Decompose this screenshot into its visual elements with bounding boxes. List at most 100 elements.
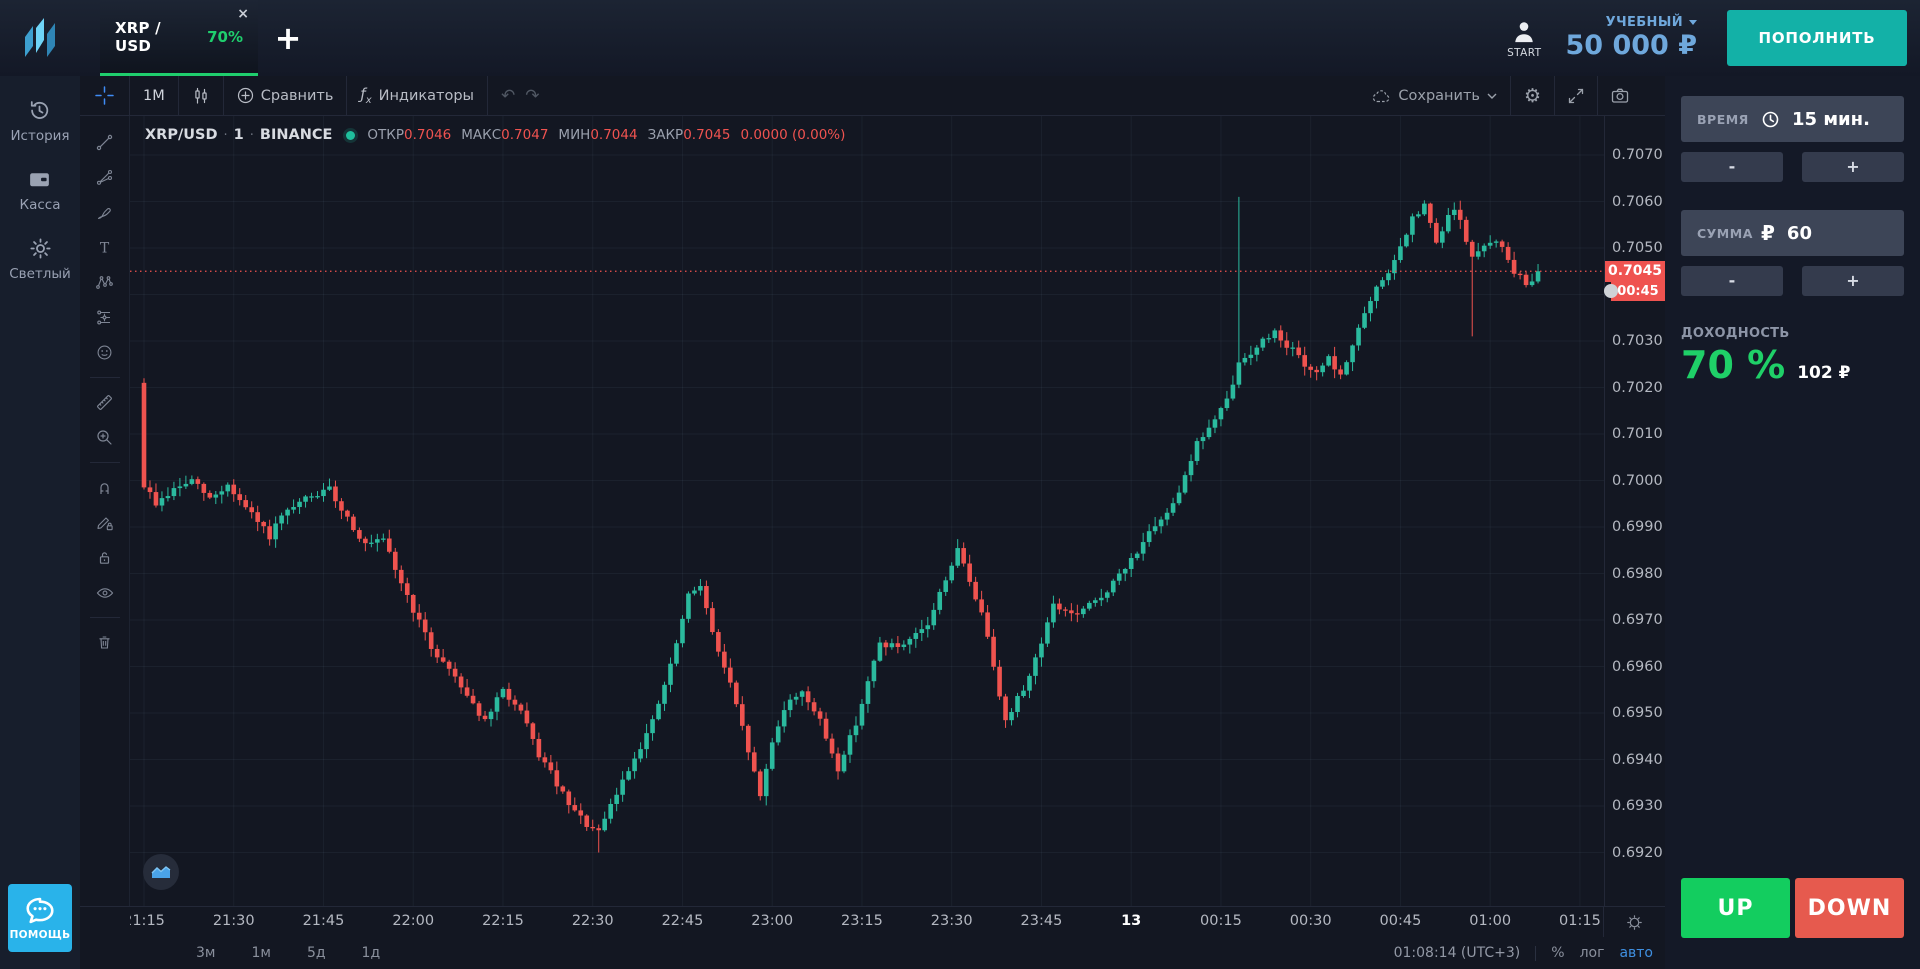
candle — [866, 681, 871, 704]
measure-tool[interactable] — [88, 385, 122, 420]
interval-button[interactable]: 1M — [130, 76, 178, 115]
chart-style-button[interactable] — [179, 76, 223, 115]
screenshot-button[interactable] — [1598, 76, 1665, 115]
chart-legend: XRP/USD · 1 · BINANCE ОТКР0.7046 МАКС0.7… — [145, 127, 855, 143]
candle — [160, 498, 165, 505]
candle — [1141, 542, 1146, 554]
time-axis[interactable]: 21:1521:3021:4522:0022:1522:3022:4523:00… — [80, 906, 1665, 937]
undo-button[interactable]: ↶ — [488, 76, 520, 115]
candle — [1183, 475, 1188, 493]
crosshair-tool-button[interactable] — [80, 76, 130, 115]
drawing-mode-tool[interactable] — [88, 505, 122, 540]
account-type-dropdown[interactable]: УЧЕБНЫЙ — [1606, 15, 1697, 30]
candle — [1422, 204, 1427, 215]
save-layout-button[interactable]: Сохранить — [1359, 76, 1510, 115]
candle — [758, 771, 763, 796]
axis-gear-icon — [1626, 914, 1643, 931]
magnet-tool[interactable] — [88, 470, 122, 505]
candle — [704, 586, 709, 608]
add-tab-button[interactable]: + — [258, 0, 318, 76]
start-tour-button[interactable]: START — [1507, 18, 1541, 59]
indicators-button[interactable]: ƒx Индикаторы — [347, 76, 487, 115]
balance-block: УЧЕБНЫЙ 50 000 ₽ — [1565, 15, 1697, 61]
zoom-in-tool[interactable] — [88, 420, 122, 455]
toolbar-divider — [90, 617, 120, 618]
candle — [1338, 369, 1343, 374]
candle — [184, 484, 189, 487]
trash-icon — [96, 634, 113, 651]
remove-drawings-tool[interactable] — [88, 625, 122, 660]
log-scale-button[interactable]: лог — [1580, 945, 1605, 961]
range-3m-button[interactable]: 3м — [196, 945, 215, 961]
redo-button[interactable]: ↷ — [520, 76, 552, 115]
chart-plot-area[interactable]: XRP/USD · 1 · BINANCE ОТКР0.7046 МАКС0.7… — [130, 116, 1604, 906]
candle — [267, 526, 272, 539]
candle — [1440, 231, 1445, 242]
down-trade-button[interactable]: DOWN — [1795, 878, 1904, 938]
range-5d-button[interactable]: 5д — [307, 945, 326, 961]
tab-close-icon[interactable]: × — [237, 7, 249, 21]
price-axis-label: 0.6960 — [1612, 658, 1663, 676]
chart-grid — [130, 116, 1604, 906]
candle — [997, 667, 1002, 697]
candle — [1093, 600, 1098, 603]
chart-region: T — [80, 116, 1665, 906]
help-button[interactable]: ПОМОЩЬ — [8, 884, 72, 952]
hide-drawings-tool[interactable] — [88, 575, 122, 610]
chart-settings-button[interactable]: ⚙ — [1511, 76, 1554, 115]
gann-fib-tool[interactable] — [88, 160, 122, 195]
candle — [531, 723, 536, 739]
sidebar-item-history[interactable]: История — [10, 98, 69, 144]
candle — [393, 552, 398, 570]
candlestick-chart[interactable] — [130, 116, 1604, 906]
candle — [961, 548, 966, 563]
candle — [782, 710, 787, 726]
text-tool[interactable]: T — [88, 230, 122, 265]
app-logo[interactable] — [0, 0, 80, 76]
legend-symbol[interactable]: XRP/USD — [145, 127, 218, 143]
trend-line-tool[interactable] — [88, 125, 122, 160]
candle — [1201, 437, 1206, 441]
auto-scale-button[interactable]: авто — [1619, 945, 1653, 961]
fullscreen-button[interactable] — [1555, 76, 1597, 115]
up-trade-button[interactable]: UP — [1681, 878, 1790, 938]
cloud-icon — [1372, 88, 1391, 104]
percent-scale-button[interactable]: % — [1551, 945, 1564, 961]
deposit-button[interactable]: ПОПОЛНИТЬ — [1727, 10, 1907, 66]
candle — [1237, 362, 1242, 384]
axis-settings-button[interactable] — [1604, 907, 1665, 937]
price-axis[interactable]: 0.70700.70600.70500.70300.70200.70100.70… — [1604, 116, 1665, 906]
emoji-tool[interactable] — [88, 335, 122, 370]
amount-field[interactable]: СУММА ₽ 60 — [1681, 210, 1904, 256]
clock-utc-label[interactable]: 01:08:14 (UTC+3) — [1394, 945, 1521, 961]
candle — [734, 683, 739, 705]
amount-decrease-button[interactable]: - — [1681, 266, 1783, 296]
price-axis-label: 0.6940 — [1612, 751, 1663, 769]
sidebar-item-cashier[interactable]: Касса — [20, 167, 61, 213]
candle — [549, 762, 554, 770]
time-increase-button[interactable]: + — [1802, 152, 1904, 182]
chevron-down-icon — [1689, 20, 1697, 25]
range-1m-button[interactable]: 1м — [251, 945, 270, 961]
candle — [979, 599, 984, 612]
chart-toolbar: 1M Сравнить ƒx — [80, 76, 1665, 116]
time-field-label: ВРЕМЯ — [1697, 112, 1761, 127]
range-1d-button[interactable]: 1д — [362, 945, 381, 961]
pattern-tool[interactable] — [88, 265, 122, 300]
time-field[interactable]: ВРЕМЯ 15 мин. — [1681, 96, 1904, 142]
lock-drawings-tool[interactable] — [88, 540, 122, 575]
sidebar-item-light-theme[interactable]: Светлый — [9, 236, 71, 282]
compare-button[interactable]: Сравнить — [224, 76, 347, 115]
amount-increase-button[interactable]: + — [1802, 266, 1904, 296]
prediction-tool[interactable] — [88, 300, 122, 335]
candle — [148, 487, 153, 492]
text-icon: T — [96, 239, 113, 256]
candle — [1314, 370, 1319, 372]
brush-tool[interactable] — [88, 195, 122, 230]
candle — [363, 539, 368, 543]
time-axis-label: 22:30 — [572, 913, 614, 929]
candle — [722, 652, 727, 668]
chart-style-quick-button[interactable] — [143, 854, 179, 890]
time-decrease-button[interactable]: - — [1681, 152, 1783, 182]
asset-tab-xrp-usd[interactable]: XRP / USD 70% × — [100, 0, 258, 76]
